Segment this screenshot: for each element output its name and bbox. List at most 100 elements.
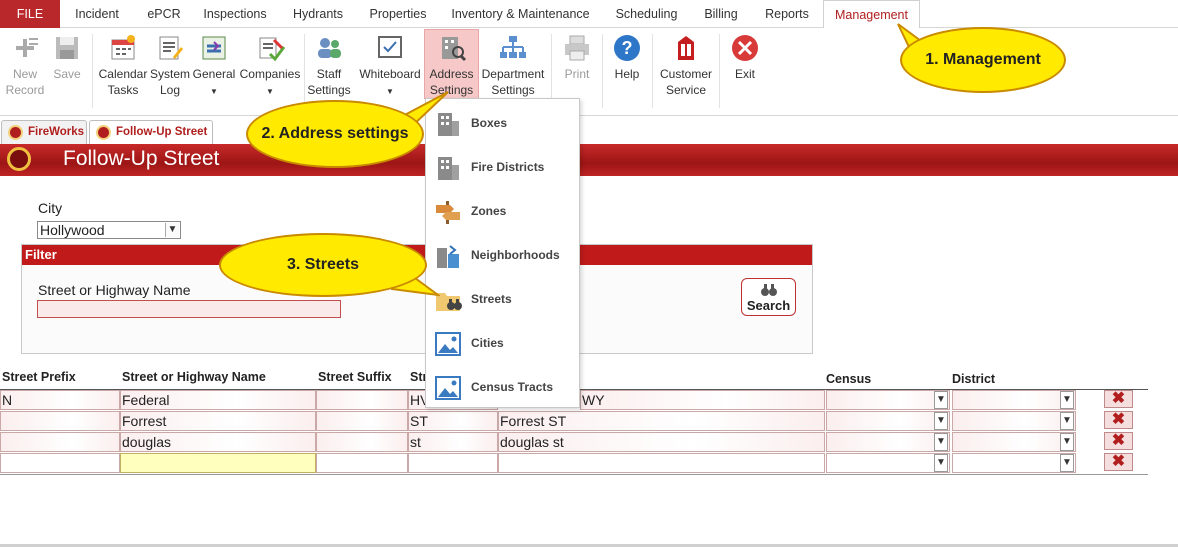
callout-step-3: 3. Streets bbox=[219, 233, 427, 297]
ribbon-separator bbox=[551, 34, 552, 108]
system-log-button[interactable]: System Log bbox=[149, 32, 191, 98]
chevron-down-icon[interactable]: ▼ bbox=[165, 223, 179, 237]
system-log-icon bbox=[159, 36, 184, 60]
full-street-cell[interactable]: Forrest ST bbox=[498, 411, 825, 431]
street-prefix-cell[interactable] bbox=[0, 411, 120, 431]
delete-row-icon[interactable]: ✖ bbox=[1104, 432, 1133, 450]
tab-billing[interactable]: Billing bbox=[696, 0, 746, 28]
printer-icon bbox=[565, 35, 589, 61]
tab-incident[interactable]: Incident bbox=[66, 0, 128, 28]
doc-tab-follow-up-street[interactable]: Follow-Up Street bbox=[89, 120, 213, 144]
tab-file[interactable]: FILE bbox=[0, 0, 60, 28]
delete-row-icon[interactable]: ✖ bbox=[1104, 390, 1133, 408]
city-select[interactable]: Hollywood ▼ bbox=[37, 221, 181, 239]
tab-inventory-maintenance[interactable]: Inventory & Maintenance bbox=[445, 0, 596, 28]
chevron-down-icon[interactable]: ▼ bbox=[934, 412, 948, 430]
chevron-down-icon: ▼ bbox=[210, 87, 218, 96]
companies-button[interactable]: Companies ▼ bbox=[239, 32, 301, 100]
help-icon: ? bbox=[614, 35, 640, 61]
street-name-input[interactable] bbox=[37, 300, 341, 318]
customer-service-icon bbox=[678, 36, 694, 60]
street-suffix-cell[interactable] bbox=[316, 453, 408, 473]
department-logo-icon bbox=[7, 147, 31, 171]
doc-tab-fireworks[interactable]: FireWorks bbox=[1, 120, 87, 144]
street-name-cell[interactable]: Federal bbox=[120, 390, 316, 410]
menu-item-cities[interactable]: Cities bbox=[426, 321, 579, 365]
street-name-cell[interactable]: douglas bbox=[120, 432, 316, 452]
tab-scheduling[interactable]: Scheduling bbox=[608, 0, 685, 28]
svg-text:?: ? bbox=[622, 38, 633, 58]
tab-reports[interactable]: Reports bbox=[757, 0, 817, 28]
menu-item-neighborhoods[interactable]: Neighborhoods bbox=[426, 233, 579, 277]
save-button[interactable]: Save bbox=[50, 32, 84, 82]
census-cell[interactable] bbox=[826, 432, 950, 452]
save-icon bbox=[56, 37, 78, 59]
menu-item-streets[interactable]: Streets bbox=[426, 277, 579, 321]
street-prefix-cell[interactable]: N bbox=[0, 390, 120, 410]
street-name-cell[interactable]: Forrest bbox=[120, 411, 316, 431]
full-street-cell[interactable]: WY bbox=[580, 390, 825, 410]
print-button[interactable]: Print bbox=[556, 32, 598, 82]
chevron-down-icon[interactable]: ▼ bbox=[1060, 412, 1074, 430]
city-label: City bbox=[38, 200, 63, 216]
street-name-label: Street or Highway Name bbox=[38, 282, 191, 298]
col-street-name: Street or Highway Name bbox=[122, 370, 266, 384]
census-cell[interactable] bbox=[826, 453, 950, 473]
tab-properties[interactable]: Properties bbox=[362, 0, 434, 28]
search-button[interactable]: Search bbox=[741, 278, 796, 316]
help-button[interactable]: ? Help bbox=[606, 32, 648, 82]
building-icon bbox=[438, 157, 459, 180]
fireworks-logo-icon bbox=[96, 125, 111, 140]
street-type-cell[interactable]: ST bbox=[408, 411, 498, 431]
new-record-icon bbox=[16, 38, 38, 57]
chevron-down-icon[interactable]: ▼ bbox=[934, 433, 948, 451]
chevron-down-icon[interactable]: ▼ bbox=[934, 454, 948, 472]
callout-step-1: 1. Management bbox=[900, 27, 1066, 93]
companies-icon bbox=[259, 37, 286, 62]
full-street-cell[interactable] bbox=[498, 453, 825, 473]
general-button[interactable]: General ▼ bbox=[192, 32, 236, 100]
district-cell[interactable] bbox=[952, 390, 1076, 410]
tab-epcr[interactable]: ePCR bbox=[138, 0, 190, 28]
menu-item-fire-districts[interactable]: Fire Districts bbox=[426, 145, 579, 189]
tab-hydrants[interactable]: Hydrants bbox=[285, 0, 351, 28]
form-header: Follow-Up Street bbox=[0, 144, 1178, 176]
full-street-cell[interactable]: douglas st bbox=[498, 432, 825, 452]
census-cell[interactable] bbox=[826, 390, 950, 410]
ribbon-separator bbox=[92, 34, 93, 108]
delete-row-icon[interactable]: ✖ bbox=[1104, 411, 1133, 429]
callout-step-2: 2. Address settings bbox=[246, 100, 424, 168]
chevron-down-icon[interactable]: ▼ bbox=[1060, 454, 1074, 472]
delete-row-icon[interactable]: ✖ bbox=[1104, 453, 1133, 471]
staff-settings-button[interactable]: Staff Settings bbox=[303, 32, 355, 98]
street-suffix-cell[interactable] bbox=[316, 411, 408, 431]
address-settings-menu: Boxes Fire Districts Zones Neighborhoods… bbox=[425, 98, 580, 408]
district-cell[interactable] bbox=[952, 411, 1076, 431]
menu-item-census-tracts[interactable]: Census Tracts bbox=[426, 365, 579, 409]
street-prefix-cell[interactable] bbox=[0, 453, 120, 473]
street-type-cell[interactable]: st bbox=[408, 432, 498, 452]
street-suffix-cell[interactable] bbox=[316, 390, 408, 410]
calendar-tasks-button[interactable]: Calendar Tasks bbox=[97, 32, 149, 98]
district-cell[interactable] bbox=[952, 432, 1076, 452]
district-cell[interactable] bbox=[952, 453, 1076, 473]
whiteboard-icon bbox=[378, 36, 402, 58]
chevron-down-icon[interactable]: ▼ bbox=[934, 391, 948, 409]
street-suffix-cell[interactable] bbox=[316, 432, 408, 452]
page-title: Follow-Up Street bbox=[63, 147, 220, 170]
binoculars-icon bbox=[760, 284, 777, 296]
department-settings-button[interactable]: Department Settings bbox=[479, 32, 547, 98]
menu-item-zones[interactable]: Zones bbox=[426, 189, 579, 233]
street-prefix-cell[interactable] bbox=[0, 432, 120, 452]
tab-inspections[interactable]: Inspections bbox=[196, 0, 274, 28]
exit-button[interactable]: Exit bbox=[724, 32, 766, 82]
census-cell[interactable] bbox=[826, 411, 950, 431]
calendar-icon bbox=[111, 35, 135, 60]
image-icon bbox=[435, 332, 461, 356]
new-record-button[interactable]: New Record bbox=[4, 32, 46, 98]
street-type-cell[interactable] bbox=[408, 453, 498, 473]
street-name-cell[interactable] bbox=[120, 453, 316, 473]
chevron-down-icon[interactable]: ▼ bbox=[1060, 433, 1074, 451]
customer-service-button[interactable]: Customer Service bbox=[656, 32, 716, 98]
chevron-down-icon[interactable]: ▼ bbox=[1060, 391, 1074, 409]
